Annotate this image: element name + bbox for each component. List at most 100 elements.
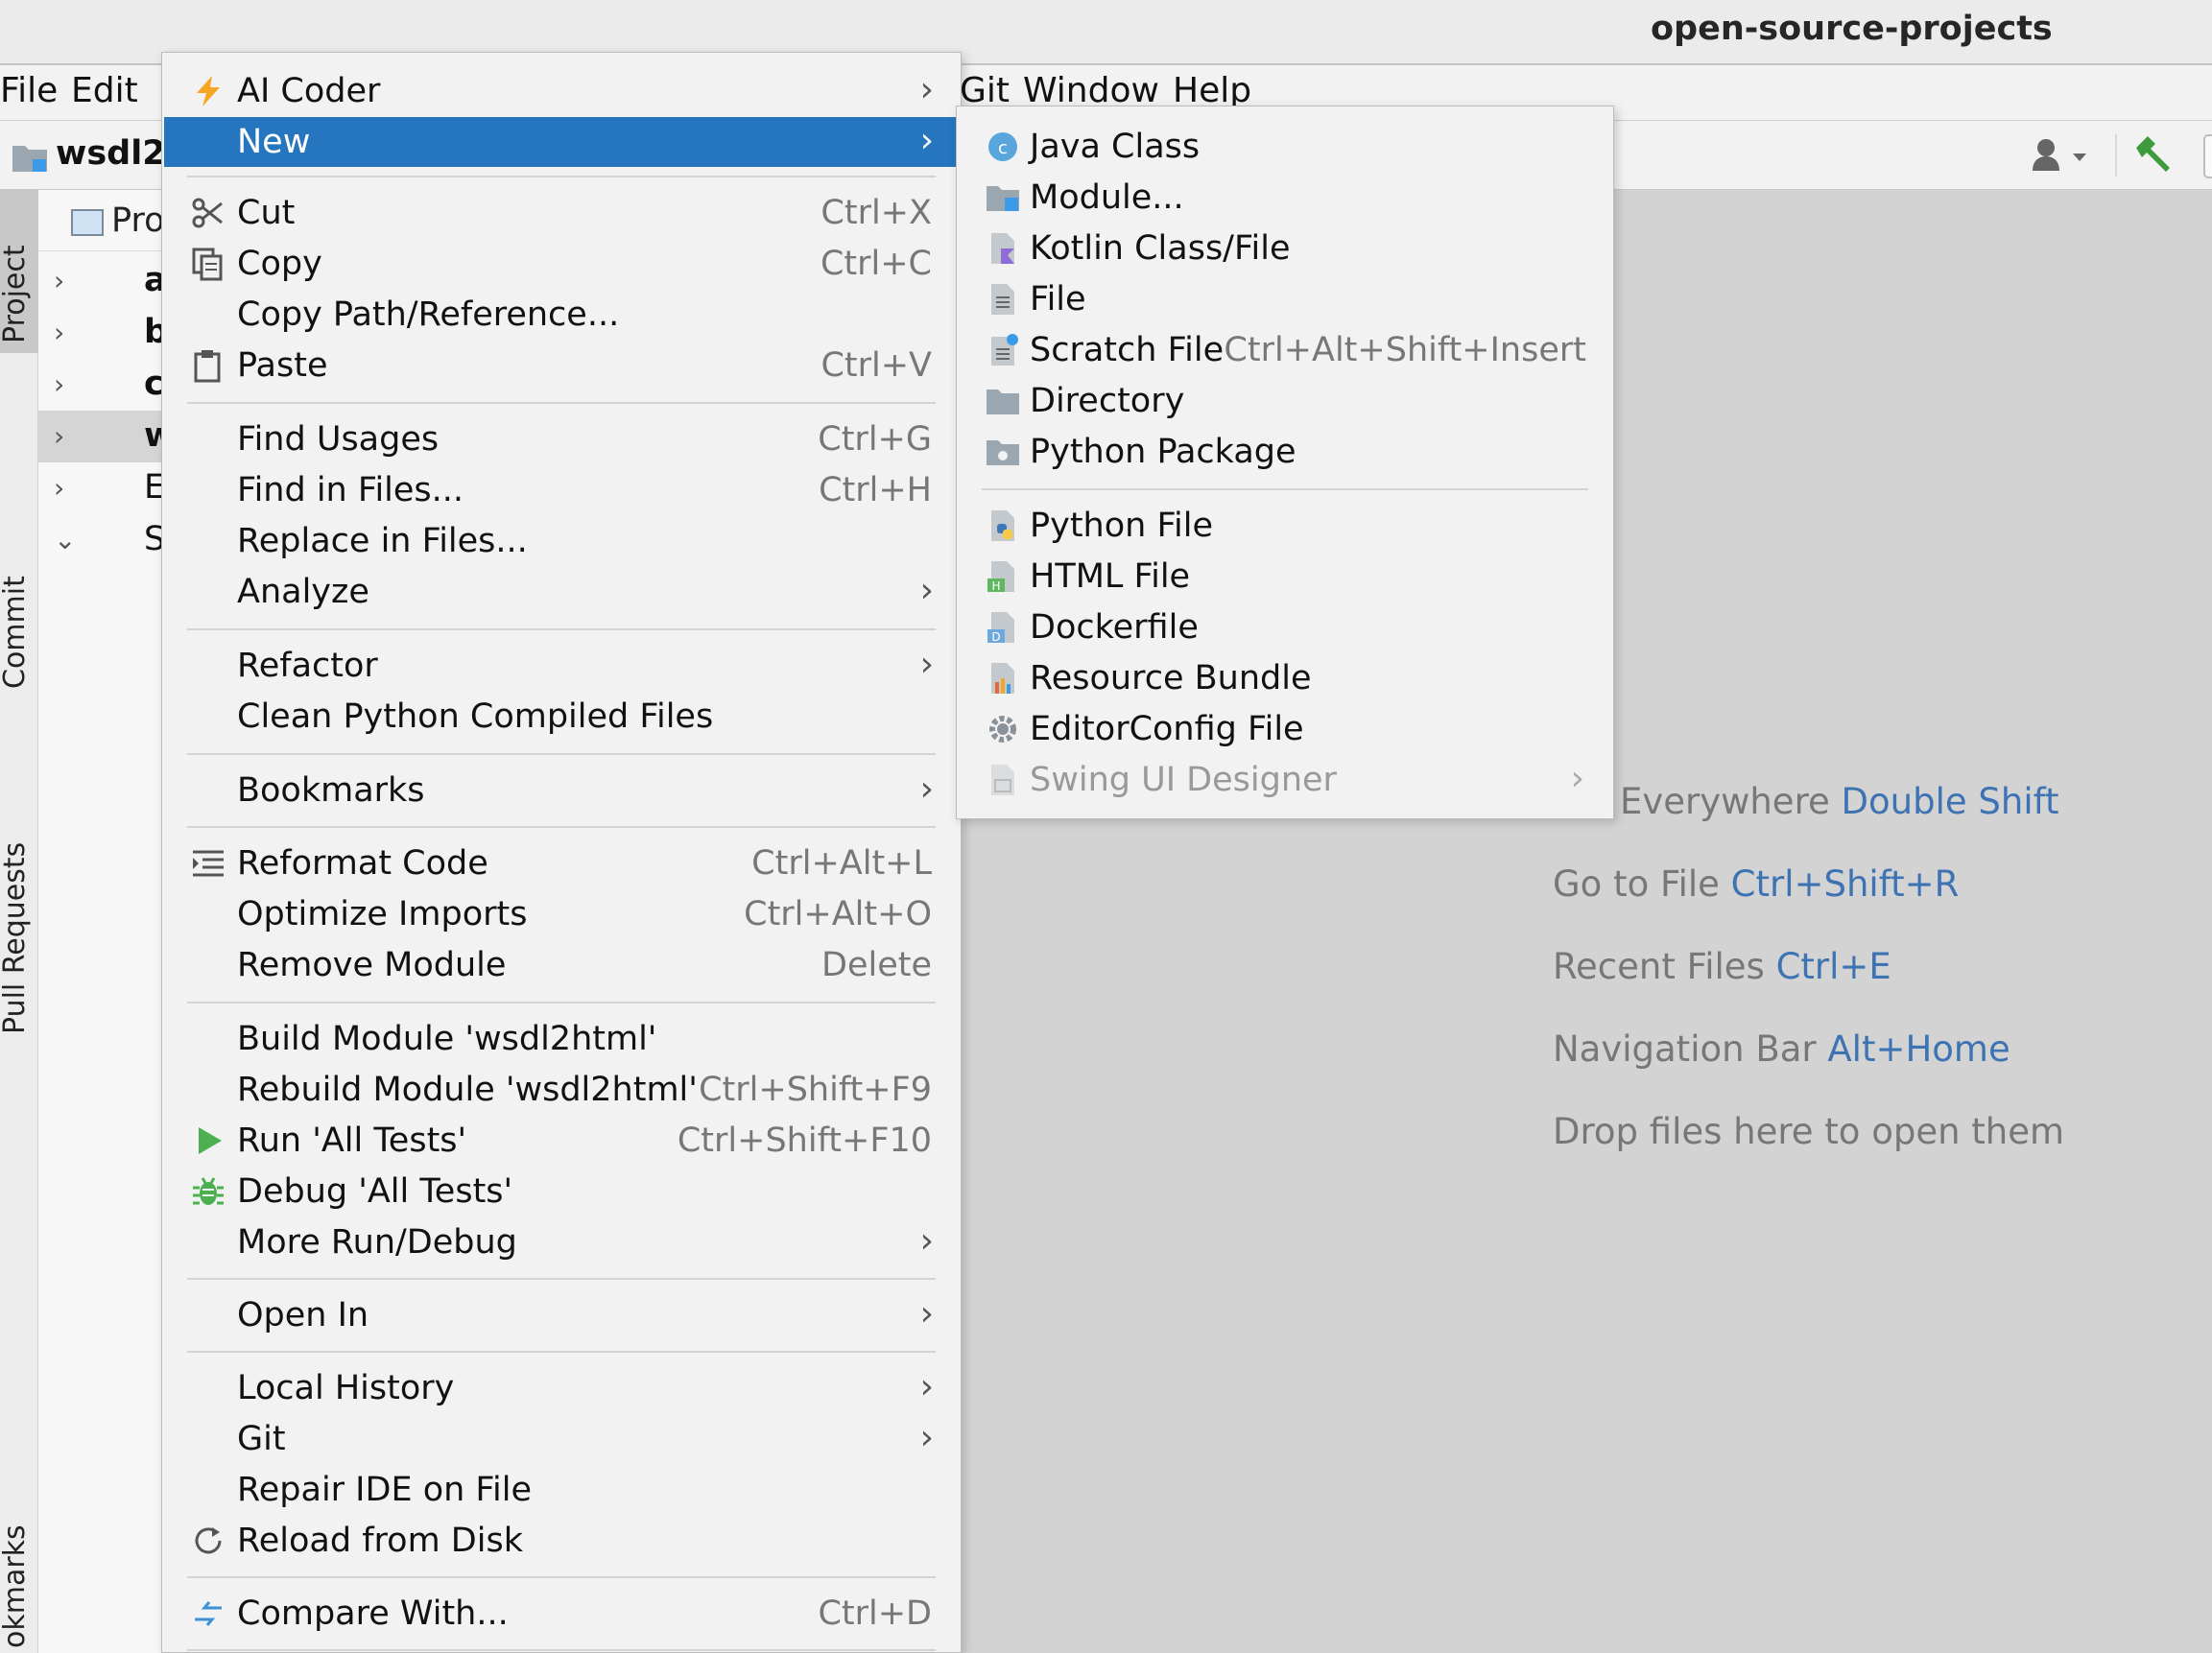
chevron-right-icon: › [919, 571, 934, 610]
menu-item-remove-module[interactable]: Remove Module Delete [164, 940, 959, 990]
menu-item-git[interactable]: Git › [164, 1414, 959, 1464]
new-python-file[interactable]: Python File [957, 501, 1613, 551]
menu-item-open-in[interactable]: Open In › [164, 1290, 959, 1340]
menu-item-copy[interactable]: Copy Ctrl+C [164, 239, 959, 289]
submenu-item-label: Scratch File [1030, 331, 1225, 369]
build-hammer-icon[interactable] [2132, 134, 2173, 175]
tree-row[interactable]: › E [38, 462, 165, 514]
tool-window-pull-requests[interactable]: Pull Requests [0, 842, 32, 1034]
chevron-right-icon: › [919, 1294, 934, 1334]
menu-separator [187, 1576, 936, 1578]
menu-item-reload-from-disk[interactable]: Reload from Disk [164, 1516, 959, 1566]
reformat-icon [193, 850, 224, 877]
menu-item-rebuild-module[interactable]: Rebuild Module 'wsdl2html' Ctrl+Shift+F9 [164, 1065, 959, 1115]
chevron-right-icon[interactable]: › [54, 317, 64, 348]
tree-row[interactable]: › a [38, 255, 167, 307]
menu-item-analyze[interactable]: Analyze › [164, 567, 959, 617]
menu-item-debug-all-tests[interactable]: Debug 'All Tests' [164, 1167, 959, 1216]
menu-item-cut[interactable]: Cut Ctrl+X [164, 188, 959, 238]
tree-row[interactable]: › b [38, 307, 168, 359]
menu-item-clean-python[interactable]: Clean Python Compiled Files [164, 692, 959, 742]
menu-item-compare-with[interactable]: Compare With... Ctrl+D [164, 1589, 959, 1639]
new-scratch-file[interactable]: Scratch File Ctrl+Alt+Shift+Insert [957, 325, 1613, 375]
reload-icon [195, 1527, 222, 1554]
submenu-item-label: HTML File [1030, 557, 1191, 596]
menu-item-more-run-debug[interactable]: More Run/Debug › [164, 1217, 959, 1267]
project-panel: Pro › a › b › c › w › E ⌄ S [38, 190, 175, 1653]
menu-item-label: Find Usages [237, 420, 440, 459]
menu-file[interactable]: File [0, 71, 58, 110]
menu-item-local-history[interactable]: Local History › [164, 1363, 959, 1413]
chevron-right-icon[interactable]: › [54, 368, 64, 400]
menu-item-label: Local History [237, 1369, 455, 1407]
menu-git[interactable]: Git [960, 71, 1010, 110]
python-package-icon [987, 440, 1019, 465]
hint-key: Double Shift [1841, 781, 2059, 822]
toolbar-divider [2115, 134, 2117, 177]
menu-item-build-module[interactable]: Build Module 'wsdl2html' [164, 1014, 959, 1064]
tool-window-project[interactable]: Project [0, 245, 32, 343]
new-python-package[interactable]: Python Package [957, 427, 1613, 477]
menu-help[interactable]: Help [1173, 71, 1251, 110]
html-file-icon: H [987, 561, 1014, 593]
chevron-down-icon[interactable]: ⌄ [54, 524, 76, 555]
chevron-right-icon: › [919, 70, 934, 109]
new-kotlin-file[interactable]: Kotlin Class/File [957, 224, 1613, 273]
hint-search-everywhere: rch Everywhere Double Shift [1553, 781, 2058, 822]
new-swing-ui-designer[interactable]: Swing UI Designer › [957, 755, 1613, 805]
folder-icon [987, 390, 1019, 414]
menu-item-refactor[interactable]: Refactor › [164, 641, 959, 691]
tree-row[interactable]: › c [38, 359, 164, 411]
hint-navigation-bar: Navigation Bar Alt+Home [1553, 1028, 2010, 1070]
chevron-right-icon: › [1570, 759, 1584, 798]
resource-bundle-icon [991, 663, 1014, 694]
menu-item-bookmarks[interactable]: Bookmarks › [164, 766, 959, 815]
menu-item-paste[interactable]: Paste Ctrl+V [164, 341, 959, 390]
new-file[interactable]: File [957, 274, 1613, 324]
user-account-icon[interactable] [2031, 136, 2092, 175]
menu-item-ai-coder[interactable]: AI Coder › [164, 66, 959, 116]
menu-item-replace-in-files[interactable]: Replace in Files... [164, 516, 959, 566]
project-context-menu: AI Coder › New › Cut Ctrl+X Copy Ctrl+C Copy… [161, 52, 962, 1653]
toolbar-overflow[interactable] [2203, 134, 2212, 178]
menu-window[interactable]: Window [1023, 71, 1159, 110]
menu-item-find-in-files[interactable]: Find in Files... Ctrl+H [164, 465, 959, 515]
shortcut-text: Ctrl+Alt+L [751, 844, 932, 883]
menu-item-reformat-code[interactable]: Reformat Code Ctrl+Alt+L [164, 838, 959, 888]
new-module[interactable]: Module... [957, 173, 1613, 223]
project-panel-title[interactable]: Pro [111, 201, 165, 240]
hint-key: Alt+Home [1827, 1028, 2010, 1070]
swing-form-icon [991, 765, 1014, 795]
menu-item-new[interactable]: New › [164, 117, 959, 167]
chevron-right-icon[interactable]: › [54, 265, 64, 296]
tool-window-bookmarks[interactable]: okmarks [0, 1524, 32, 1648]
menu-separator [187, 753, 936, 755]
menu-item-find-usages[interactable]: Find Usages Ctrl+G [164, 414, 959, 464]
shortcut-text: Ctrl+G [818, 420, 932, 459]
menu-separator [187, 1278, 936, 1280]
menu-edit[interactable]: Edit [71, 71, 138, 110]
new-resource-bundle[interactable]: Resource Bundle [957, 653, 1613, 703]
menu-item-optimize-imports[interactable]: Optimize Imports Ctrl+Alt+O [164, 889, 959, 939]
new-editorconfig-file[interactable]: EditorConfig File [957, 704, 1613, 754]
menu-item-copy-path[interactable]: Copy Path/Reference... [164, 290, 959, 340]
menu-item-run-all-tests[interactable]: Run 'All Tests' Ctrl+Shift+F10 [164, 1116, 959, 1166]
tree-row[interactable]: ⌄ S [38, 514, 165, 566]
project-view-icon [71, 209, 104, 236]
submenu-item-label: File [1030, 280, 1086, 319]
menu-item-label: Analyze [237, 573, 369, 611]
chevron-right-icon[interactable]: › [54, 420, 64, 452]
new-html-file[interactable]: H HTML File [957, 552, 1613, 602]
new-directory[interactable]: Directory [957, 376, 1613, 426]
tree-row-selected[interactable]: › w [38, 411, 175, 462]
new-dockerfile[interactable]: D Dockerfile [957, 602, 1613, 652]
menu-item-label: Build Module 'wsdl2html' [237, 1020, 657, 1058]
menu-item-label: Copy [237, 245, 322, 283]
chevron-right-icon[interactable]: › [54, 472, 64, 504]
menu-item-label: Reload from Disk [237, 1522, 523, 1560]
hint-key: Ctrl+E [1775, 946, 1891, 987]
tool-window-commit[interactable]: Commit [0, 576, 32, 689]
new-java-class[interactable]: c Java Class [957, 122, 1613, 172]
chevron-right-icon: › [919, 1221, 934, 1261]
menu-item-repair-ide[interactable]: Repair IDE on File [164, 1465, 959, 1515]
